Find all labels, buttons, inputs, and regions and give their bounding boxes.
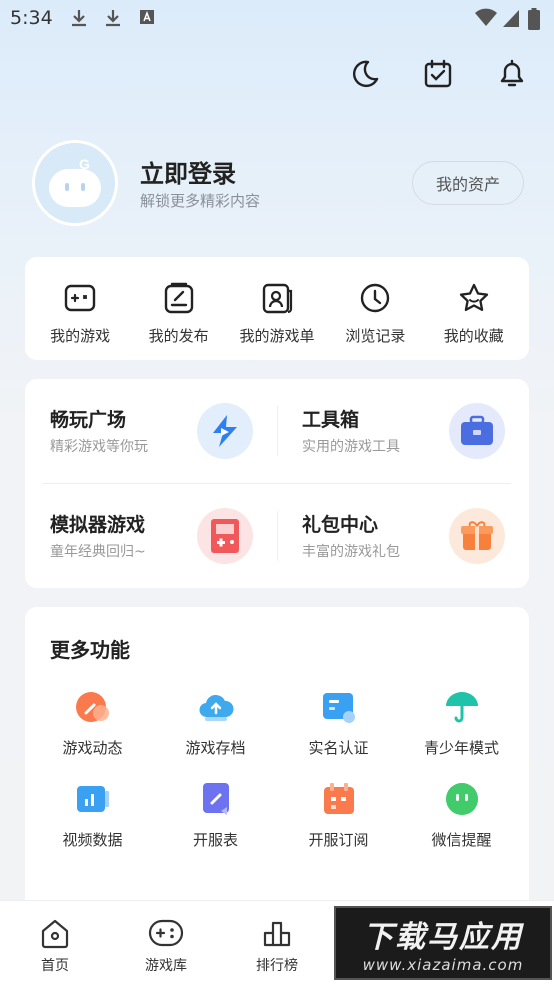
avatar[interactable]: G: [32, 140, 118, 226]
section-title: 更多功能: [50, 638, 130, 662]
ranking-icon: [263, 921, 291, 947]
bell-icon[interactable]: [492, 56, 532, 92]
top-actions: [344, 56, 532, 92]
watermark: 下载马应用 www.xiazaima.com: [334, 906, 552, 980]
emulator-icon: [197, 508, 253, 564]
more-item-label: 游戏存档: [185, 739, 246, 757]
wifi-icon: [475, 8, 497, 26]
login-subtitle: 解锁更多精彩内容: [140, 192, 261, 210]
download-icon: [106, 10, 120, 27]
quick-link-my-game-list[interactable]: 我的游戏单: [229, 257, 325, 360]
more-item-label: 青少年模式: [423, 739, 499, 757]
quick-links-card: 我的游戏 我的发布 我的游戏单 浏览记录 我的收藏: [25, 257, 529, 360]
feature-gift-center[interactable]: 礼包中心 丰富的游戏礼包: [277, 484, 529, 588]
more-item-server-subscribe[interactable]: 开服订阅: [277, 779, 400, 850]
feature-subtitle: 精彩游戏等你玩: [50, 439, 148, 455]
feature-emulator-games[interactable]: 模拟器游戏 童年经典回归~: [25, 484, 277, 588]
quick-link-label: 我的游戏: [50, 327, 111, 345]
feature-play-square[interactable]: 畅玩广场 精彩游戏等你玩: [25, 379, 277, 483]
tab-home[interactable]: 首页: [5, 917, 105, 975]
more-item-label: 开服表: [192, 831, 238, 849]
tab-label: 游戏库: [145, 958, 187, 974]
feature-toolbox[interactable]: 工具箱 实用的游戏工具: [277, 379, 529, 483]
tab-game-library[interactable]: 游戏库: [116, 917, 216, 975]
more-item-server-list[interactable]: 开服表: [154, 779, 277, 850]
quick-link-label: 我的游戏单: [239, 327, 315, 345]
more-item-game-saves[interactable]: 游戏存档: [154, 687, 277, 758]
status-bar: 5:34: [0, 0, 554, 38]
download-icon: [72, 10, 86, 27]
moon-icon[interactable]: [344, 56, 384, 92]
feature-title: 畅玩广场: [50, 409, 127, 431]
login-title[interactable]: 立即登录: [140, 154, 236, 189]
feature-title: 礼包中心: [302, 514, 379, 536]
more-item-teen-mode[interactable]: 青少年模式: [400, 687, 523, 758]
calendar-check-icon[interactable]: [418, 56, 458, 92]
quick-link-label: 浏览记录: [345, 327, 406, 345]
feature-subtitle: 实用的游戏工具: [302, 439, 400, 455]
more-item-game-news[interactable]: 游戏动态: [31, 687, 154, 758]
more-features-card: 更多功能 游戏动态 游戏存档 实名认证 青少年模式 视频数据 开服表 开服订阅 …: [25, 607, 529, 947]
more-item-label: 游戏动态: [62, 739, 123, 757]
clock-icon: [361, 283, 390, 313]
video-data-icon: [73, 779, 113, 819]
status-time: 5:34: [10, 7, 53, 29]
my-assets-button[interactable]: 我的资产: [412, 161, 524, 205]
id-card-icon: [319, 687, 359, 727]
quick-link-label: 我的收藏: [443, 327, 504, 345]
battery-icon: [528, 8, 540, 30]
more-item-video-data[interactable]: 视频数据: [31, 779, 154, 850]
more-item-wechat-reminder[interactable]: 微信提醒: [400, 779, 523, 850]
server-list-icon: [196, 779, 236, 819]
signal-icon: [503, 10, 519, 27]
more-item-label: 视频数据: [62, 831, 123, 849]
quick-link-label: 我的发布: [148, 327, 209, 345]
subscribe-calendar-icon: [319, 779, 359, 819]
wechat-icon: [442, 779, 482, 819]
gamepad-icon: [64, 284, 96, 312]
quick-link-my-posts[interactable]: 我的发布: [131, 257, 227, 360]
quick-link-my-games[interactable]: 我的游戏: [32, 257, 128, 360]
game-list-icon: [262, 283, 293, 314]
tab-ranking[interactable]: 排行榜: [227, 917, 327, 975]
watermark-text: 下载马应用: [363, 920, 523, 955]
toolbox-icon: [449, 403, 505, 459]
home-icon: [41, 919, 69, 949]
gift-icon: [449, 508, 505, 564]
game-library-icon: [148, 919, 184, 947]
a-badge-icon: [140, 10, 154, 24]
feature-title: 模拟器游戏: [50, 514, 146, 536]
tab-label: 排行榜: [256, 958, 298, 974]
watermark-url: www.xiazaima.com: [362, 956, 524, 974]
profile-section: G 立即登录 解锁更多精彩内容 我的资产: [32, 140, 524, 226]
star-icon: [459, 283, 488, 312]
quick-link-favorites[interactable]: 我的收藏: [426, 257, 522, 360]
features-card: 畅玩广场 精彩游戏等你玩 工具箱 实用的游戏工具 模拟器游戏 童年经典回归~ 礼…: [25, 379, 529, 588]
more-item-real-name[interactable]: 实名认证: [277, 687, 400, 758]
quick-link-history[interactable]: 浏览记录: [327, 257, 423, 360]
lightning-play-icon: [197, 403, 253, 459]
edit-icon: [164, 282, 193, 314]
umbrella-icon: [442, 687, 482, 727]
game-news-icon: [73, 687, 113, 727]
more-item-label: 开服订阅: [308, 831, 369, 849]
feature-subtitle: 童年经典回归~: [50, 544, 146, 560]
more-item-label: 微信提醒: [431, 831, 492, 849]
feature-title: 工具箱: [302, 409, 360, 431]
tab-label: 首页: [41, 958, 69, 974]
more-item-label: 实名认证: [308, 739, 369, 757]
feature-subtitle: 丰富的游戏礼包: [302, 544, 400, 560]
cloud-upload-icon: [196, 687, 236, 727]
